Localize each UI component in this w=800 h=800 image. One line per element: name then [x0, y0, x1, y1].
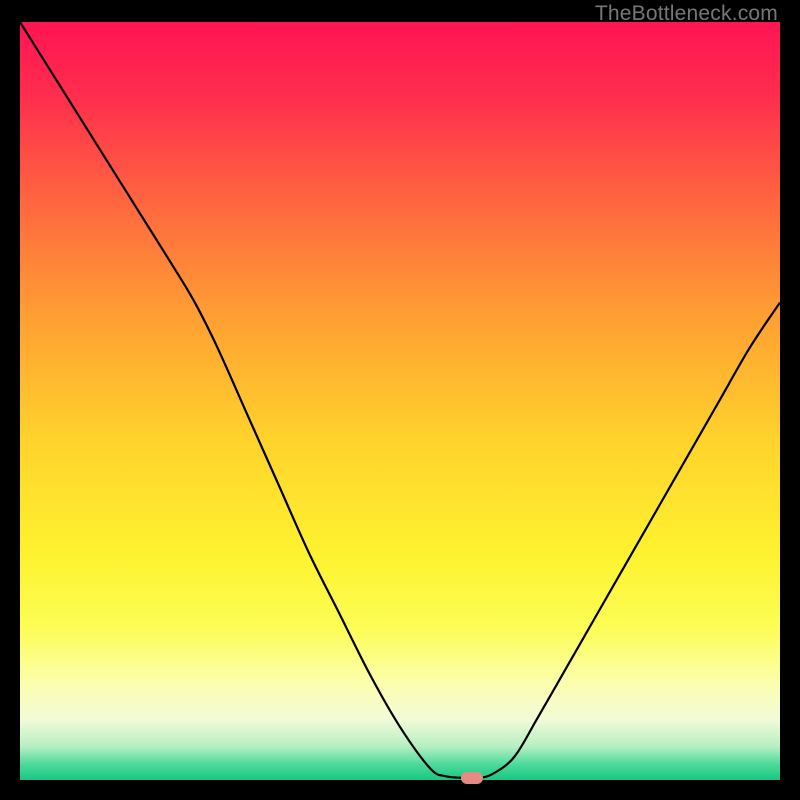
bottleneck-chart [20, 22, 780, 780]
gradient-background [20, 22, 780, 780]
chart-frame [20, 22, 780, 780]
optimal-point-marker [461, 772, 483, 784]
